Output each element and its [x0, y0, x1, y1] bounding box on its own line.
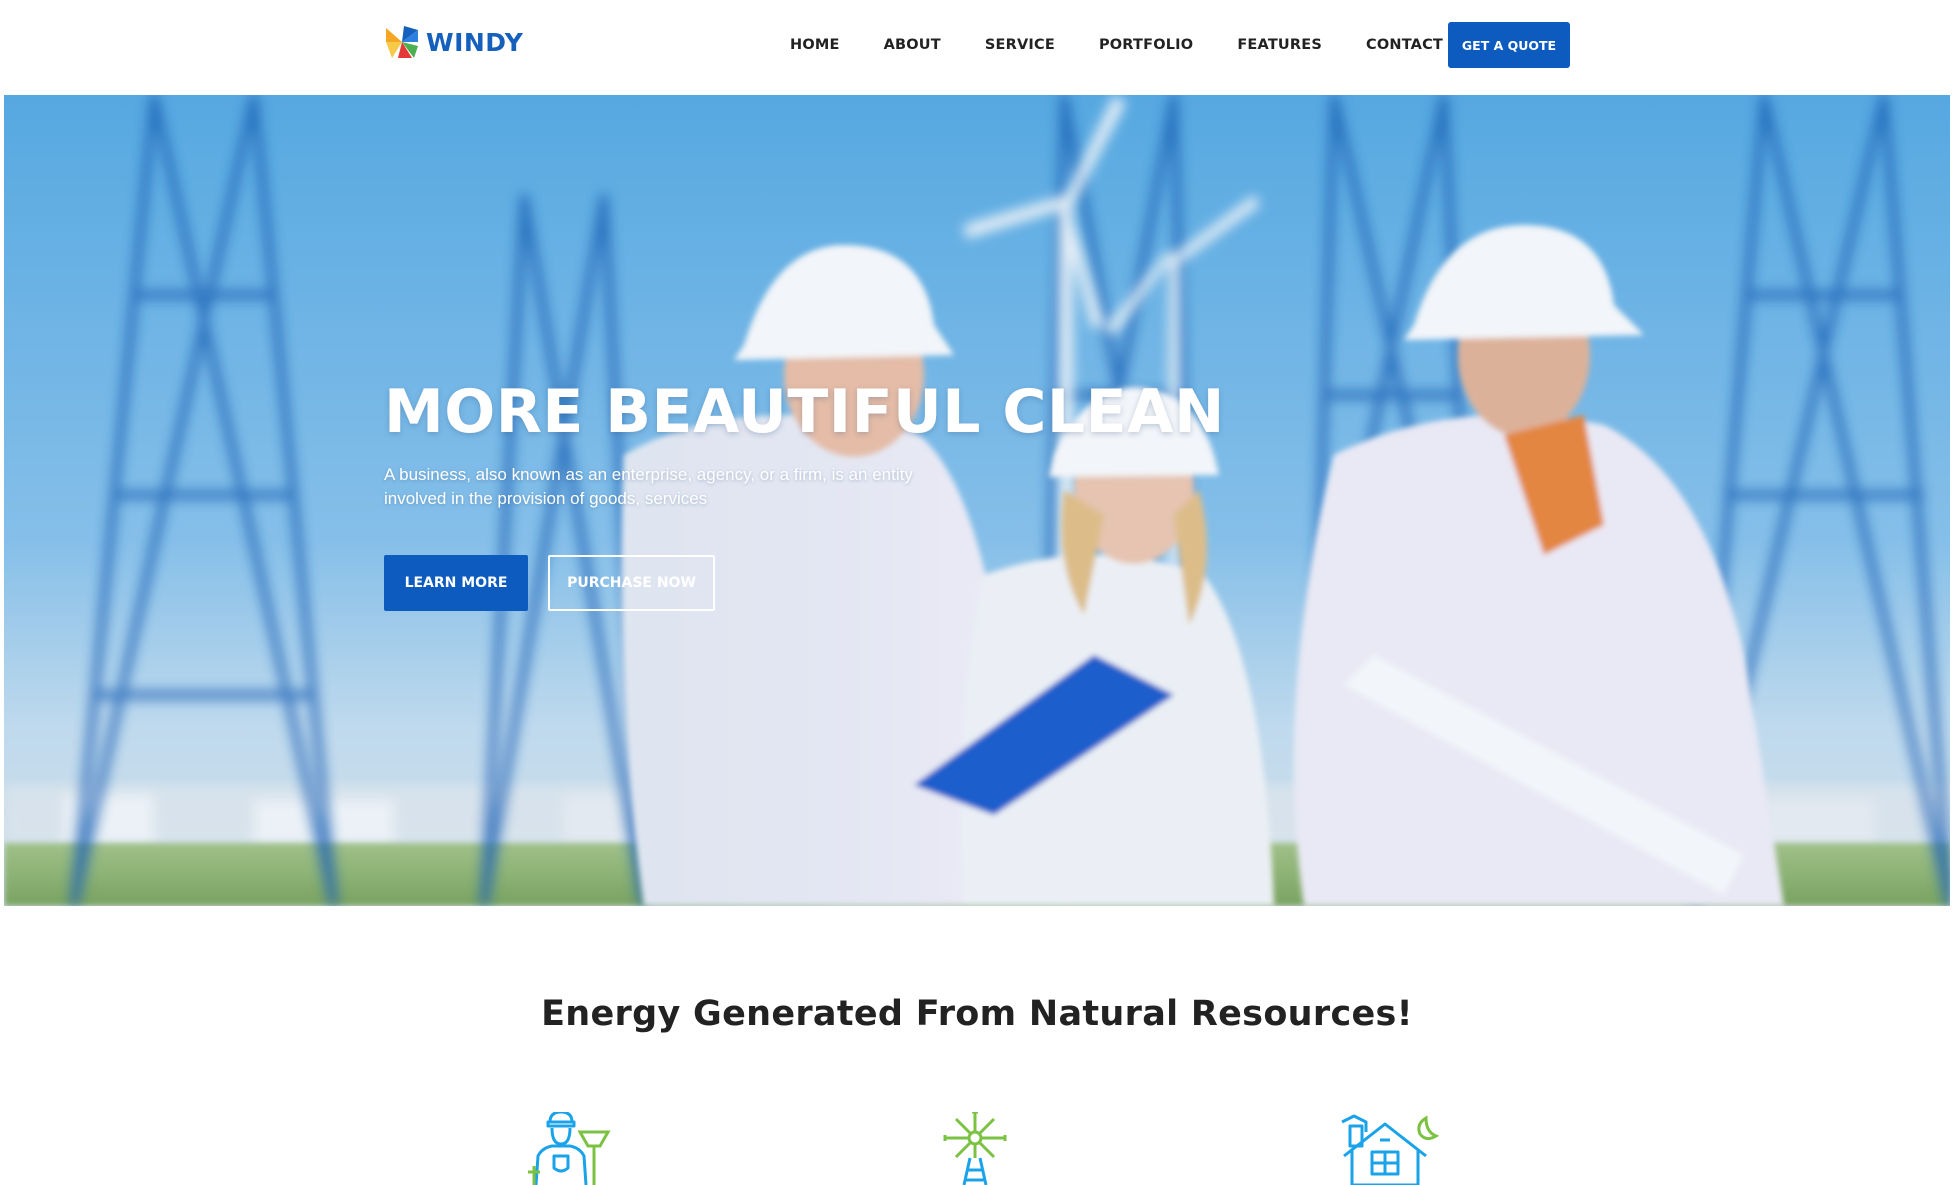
- brand-name: WINDY: [426, 27, 524, 57]
- brand-logo[interactable]: WINDY: [384, 22, 523, 62]
- hero-content: MORE BEAUTIFUL CLEAN A business, also kn…: [384, 377, 1284, 611]
- hero-subtitle: A business, also known as an enterprise,…: [384, 465, 913, 508]
- learn-more-button[interactable]: LEARN MORE: [384, 555, 528, 611]
- main-nav: HOME ABOUT SERVICE PORTFOLIO FEATURES CO…: [790, 31, 1443, 59]
- nav-item-contact[interactable]: CONTACT: [1366, 37, 1443, 53]
- nav-item-about[interactable]: ABOUT: [884, 37, 941, 53]
- engineer-icon: [528, 1112, 611, 1185]
- nav-item-features[interactable]: FEATURES: [1237, 37, 1322, 53]
- get-a-quote-button[interactable]: GET A QUOTE: [1448, 22, 1570, 68]
- nav-item-home[interactable]: HOME: [790, 37, 840, 53]
- eco-house-icon: [1341, 1114, 1440, 1185]
- wind-turbine-icon: [943, 1112, 1007, 1185]
- section-title: Energy Generated From Natural Resources!: [541, 994, 1413, 1034]
- nav-item-service[interactable]: SERVICE: [985, 37, 1055, 53]
- purchase-now-button[interactable]: PURCHASE NOW: [548, 555, 715, 611]
- pinwheel-logo-icon: [386, 26, 418, 58]
- hero-banner: MORE BEAUTIFUL CLEAN A business, also kn…: [4, 95, 1950, 906]
- hero-title: MORE BEAUTIFUL CLEAN: [384, 377, 1225, 447]
- hero-buttons: LEARN MORE PURCHASE NOW: [384, 555, 1284, 611]
- nav-item-portfolio[interactable]: PORTFOLIO: [1099, 37, 1193, 53]
- site-header: WINDY HOME ABOUT SERVICE PORTFOLIO FEATU…: [0, 0, 1954, 94]
